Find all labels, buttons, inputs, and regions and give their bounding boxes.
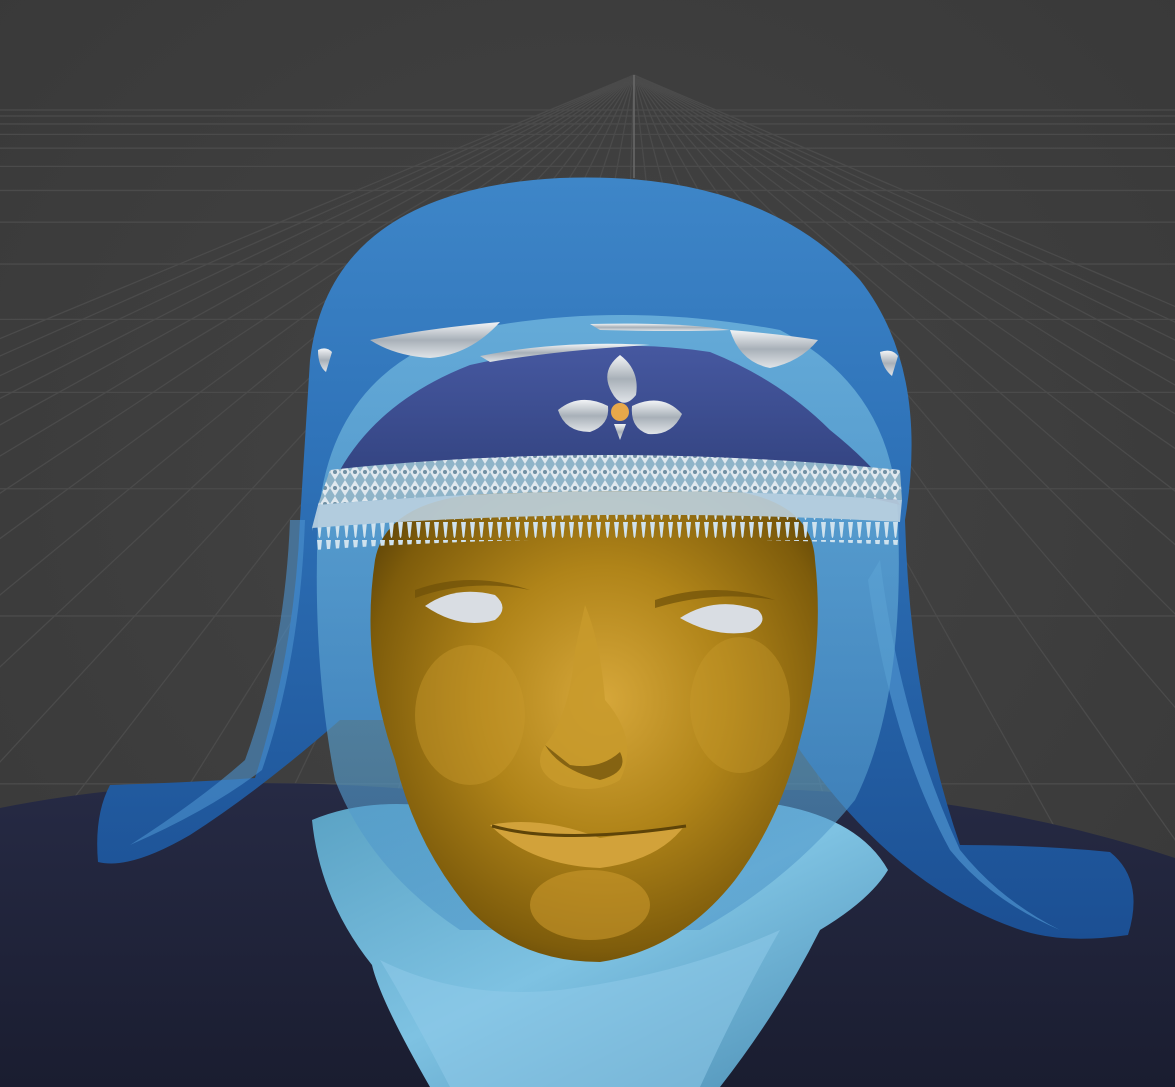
3d-viewport[interactable] <box>0 0 1175 1087</box>
left-cheek <box>415 645 525 785</box>
scene-canvas[interactable] <box>0 0 1175 1087</box>
brooch-gem <box>611 403 629 421</box>
right-cheek <box>690 637 790 773</box>
chin <box>530 870 650 940</box>
